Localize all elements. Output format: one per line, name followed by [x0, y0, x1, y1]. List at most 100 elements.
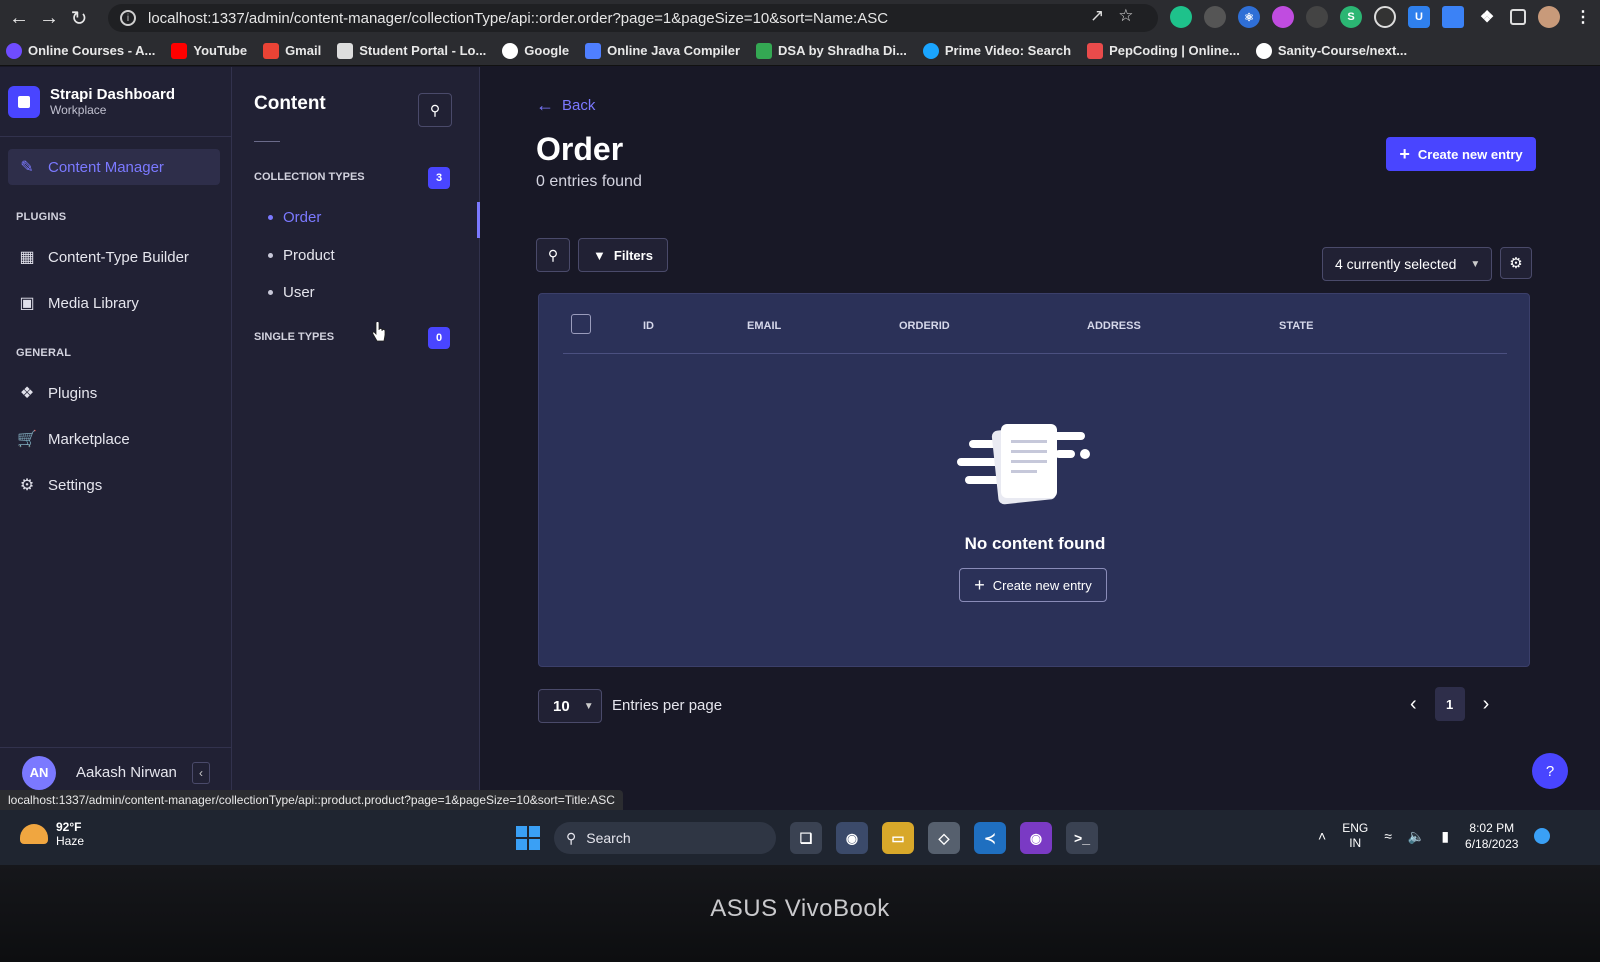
terminal-icon[interactable]: >_ — [1066, 822, 1098, 854]
clock[interactable]: 8:02 PM 6/18/2023 — [1465, 820, 1518, 852]
extension-icon[interactable]: S — [1340, 6, 1362, 28]
nav-item-marketplace[interactable]: 🛒 Marketplace — [8, 421, 220, 457]
nav-item-media-library[interactable]: ▣ Media Library — [8, 285, 220, 321]
list-settings-button[interactable]: ⚙ — [1500, 247, 1532, 279]
nav-item-content-manager[interactable]: ✎ Content Manager — [8, 149, 220, 185]
bookmark-item[interactable]: Online Java Compiler — [585, 42, 740, 59]
extension-icon[interactable] — [1442, 6, 1464, 28]
bookmark-star-icon[interactable]: ☆ — [1118, 6, 1133, 26]
displayed-columns-select[interactable]: 4 currently selected ▼ — [1322, 247, 1492, 281]
chevron-down-icon: ▼ — [1470, 258, 1481, 270]
strapi-logo-icon — [8, 85, 40, 118]
laptop-brand-label: ASUS VivoBook — [710, 895, 890, 922]
profile-avatar[interactable] — [1538, 6, 1560, 28]
notification-icon[interactable] — [1534, 828, 1551, 844]
back-link[interactable]: ← Back — [536, 95, 595, 116]
empty-create-entry-button[interactable]: + Create new entry — [959, 568, 1107, 602]
bookmark-favicon — [6, 42, 22, 59]
table-search-button[interactable]: ⚲ — [536, 238, 570, 272]
prime-video-icon — [922, 42, 939, 59]
battery-icon[interactable]: ▮ — [1441, 828, 1449, 845]
region-code: IN — [1349, 836, 1362, 850]
react-devtools-icon[interactable]: ⚛ — [1238, 6, 1260, 28]
windows-start-icon[interactable] — [516, 826, 540, 850]
app-icon[interactable]: ◇ — [928, 822, 960, 854]
extension-icon[interactable] — [1272, 6, 1294, 28]
page-size-select[interactable]: 10 ▼ — [538, 689, 602, 723]
side-panel-icon[interactable] — [1510, 9, 1526, 25]
select-all-checkbox[interactable] — [571, 314, 591, 334]
task-view-icon[interactable]: ❏ — [790, 822, 822, 854]
chevron-up-icon[interactable]: ˄ — [1318, 828, 1326, 844]
share-icon[interactable]: ↗ — [1090, 6, 1104, 26]
column-header-email[interactable]: EMAIL — [747, 320, 781, 332]
shopping-cart-icon: 🛒 — [17, 431, 37, 448]
volume-icon[interactable]: 🔈 — [1408, 828, 1425, 845]
nav-item-plugins[interactable]: ❖ Plugins — [8, 375, 220, 411]
pencil-icon: ✎ — [20, 159, 34, 176]
forward-arrow-icon[interactable]: → — [34, 3, 64, 33]
bookmark-item[interactable]: Online Courses - A... — [6, 42, 155, 59]
address-bar[interactable]: i localhost:1337/admin/content-manager/c… — [108, 4, 1158, 32]
input-language[interactable]: ENG IN — [1342, 821, 1368, 851]
bookmark-item[interactable]: Sanity-Course/next... — [1255, 42, 1407, 59]
github-desktop-icon[interactable]: ◉ — [1020, 822, 1052, 854]
subnav-item-product[interactable]: Product — [268, 247, 335, 264]
extension-icon[interactable] — [1374, 6, 1396, 28]
bookmark-item[interactable]: Student Portal - Lo... — [337, 42, 486, 59]
bookmark-label: YouTube — [193, 43, 248, 58]
chevron-right-icon[interactable]: › — [1483, 693, 1490, 716]
empty-state-message: No content found — [964, 534, 1106, 553]
clock-time: 8:02 PM — [1469, 821, 1515, 835]
extension-icon[interactable]: U — [1408, 6, 1430, 28]
site-info-icon[interactable]: i — [120, 10, 136, 26]
subnav-item-user[interactable]: User — [268, 284, 315, 301]
filters-button[interactable]: ▼ Filters — [578, 238, 668, 272]
subnav-item-label: User — [283, 284, 315, 301]
extension-icon[interactable] — [1204, 6, 1226, 28]
bookmark-item[interactable]: DSA by Shradha Di... — [756, 42, 907, 59]
column-header-address[interactable]: ADDRESS — [1087, 320, 1141, 332]
bookmark-favicon — [1087, 42, 1104, 59]
bookmark-label: Google — [524, 43, 570, 58]
bookmark-item[interactable]: Google — [502, 42, 570, 59]
taskbar-search[interactable]: ⚲ Search — [554, 822, 776, 854]
nav-item-label: Marketplace — [48, 430, 130, 448]
puzzle-icon[interactable]: ❖ — [1476, 6, 1498, 28]
weather-widget[interactable]: 92°F Haze — [20, 820, 84, 848]
reload-icon[interactable]: ↻ — [64, 3, 94, 33]
bookmark-item[interactable]: Gmail — [263, 42, 321, 59]
back-arrow-icon[interactable]: ← — [4, 3, 34, 33]
chrome-icon[interactable]: ◉ — [836, 822, 868, 854]
image-icon: ▣ — [19, 295, 35, 312]
column-header-orderid[interactable]: ORDERID — [899, 320, 950, 332]
chevron-left-icon[interactable]: ‹ — [1410, 693, 1417, 716]
subnav-item-order[interactable]: Order — [268, 209, 321, 226]
taskbar: 92°F Haze ⚲ Search ❏ ◉ ▭ ◇ ≺ ◉ >_ ˄ ENG … — [0, 810, 1600, 865]
bullet-dot — [268, 253, 273, 258]
help-button[interactable]: ? — [1532, 753, 1568, 789]
page-number-button[interactable]: 1 — [1434, 687, 1465, 721]
search-icon: ⚲ — [566, 829, 577, 846]
browser-toolbar: ← → ↻ i localhost:1337/admin/content-man… — [0, 0, 1600, 36]
collection-types-heading: COLLECTION TYPES — [254, 171, 365, 183]
bookmark-item[interactable]: YouTube — [171, 42, 248, 59]
subnav-search-button[interactable]: ⚲ — [418, 93, 452, 127]
taskbar-apps: ❏ ◉ ▭ ◇ ≺ ◉ >_ — [790, 822, 1098, 854]
create-new-entry-button[interactable]: + Create new entry — [1386, 137, 1536, 171]
menu-dots-icon[interactable]: ⋮ — [1572, 6, 1594, 28]
wifi-icon[interactable]: ≈ — [1384, 828, 1392, 844]
column-header-state[interactable]: STATE — [1279, 320, 1313, 332]
bookmark-item[interactable]: PepCoding | Online... — [1087, 42, 1240, 59]
weather-haze-icon — [20, 824, 48, 844]
collapse-nav-button[interactable]: ‹ — [192, 762, 210, 784]
nav-item-content-type-builder[interactable]: ▦ Content-Type Builder — [8, 239, 220, 275]
column-header-id[interactable]: ID — [643, 320, 654, 332]
extension-icon[interactable] — [1170, 6, 1192, 28]
nav-item-settings[interactable]: ⚙ Settings — [8, 467, 220, 503]
extension-icon[interactable] — [1306, 6, 1328, 28]
vscode-icon[interactable]: ≺ — [974, 822, 1006, 854]
bookmark-item[interactable]: Prime Video: Search — [922, 42, 1071, 59]
file-explorer-icon[interactable]: ▭ — [882, 822, 914, 854]
subnav-divider — [254, 141, 280, 142]
